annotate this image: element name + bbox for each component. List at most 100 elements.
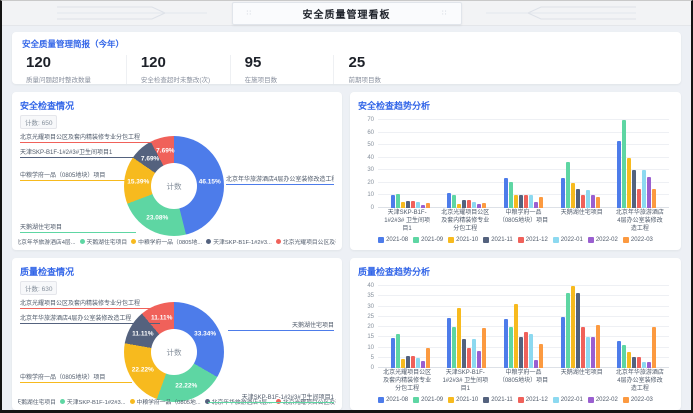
bar[interactable] <box>472 202 476 208</box>
bar[interactable] <box>652 327 656 368</box>
bar[interactable] <box>534 360 538 368</box>
bar[interactable] <box>566 162 570 208</box>
legend-item[interactable]: 2021-08 <box>378 237 408 243</box>
bar[interactable] <box>462 200 466 208</box>
bar[interactable] <box>457 308 461 368</box>
legend-item[interactable]: 北京光耀项目公区及套... <box>276 237 336 246</box>
legend-item[interactable]: 2022-01 <box>553 397 583 403</box>
bar[interactable] <box>596 197 600 208</box>
bar[interactable] <box>421 361 425 368</box>
legend-item[interactable]: 2021-09 <box>413 237 443 243</box>
bar[interactable] <box>426 203 430 208</box>
bar[interactable] <box>447 318 451 368</box>
bar[interactable] <box>472 339 476 368</box>
bar[interactable] <box>401 359 405 368</box>
bar[interactable] <box>652 189 656 208</box>
legend-item[interactable]: 中粮学府一品（0805地... <box>131 237 202 246</box>
bar[interactable] <box>581 195 585 208</box>
legend-item[interactable]: 2022-01 <box>553 237 583 243</box>
legend-item[interactable]: 2021-10 <box>448 237 478 243</box>
legend-item[interactable]: 中粮学府一品（0805地... <box>130 397 201 406</box>
bar[interactable] <box>627 352 631 368</box>
bar[interactable] <box>596 325 600 368</box>
legend-item[interactable]: 天鹅湖住宅项目 <box>80 237 128 246</box>
bar[interactable] <box>447 193 451 208</box>
bar[interactable] <box>504 319 508 368</box>
bar[interactable] <box>632 170 636 208</box>
bar[interactable] <box>529 195 533 208</box>
legend-item[interactable]: 北京年华旅游酒店4层... <box>18 237 76 246</box>
bar[interactable] <box>391 195 395 208</box>
bar[interactable] <box>504 178 508 208</box>
bar[interactable] <box>586 190 590 208</box>
bar[interactable] <box>524 332 528 368</box>
legend-item[interactable]: 2022-03 <box>623 237 653 243</box>
bar[interactable] <box>482 203 486 208</box>
bar[interactable] <box>581 327 585 368</box>
bar[interactable] <box>566 293 570 368</box>
bar[interactable] <box>627 158 631 208</box>
quality-trend-chart[interactable]: 0510152025303540北京光耀项目公区及套内精装修专业分包工程天津SK… <box>358 286 673 393</box>
bar[interactable] <box>534 202 538 208</box>
bar[interactable] <box>452 195 456 208</box>
bar[interactable] <box>401 202 405 208</box>
safety-trend-chart[interactable]: 010203040506070天津SKP-B1F-1#2#3# 卫生间项目1北京… <box>358 120 673 233</box>
bar[interactable] <box>482 328 486 368</box>
bar[interactable] <box>416 358 420 368</box>
bar[interactable] <box>514 195 518 208</box>
bar[interactable] <box>591 337 595 368</box>
bar[interactable] <box>539 344 543 368</box>
bar[interactable] <box>452 327 456 368</box>
bar[interactable] <box>391 338 395 368</box>
legend-item[interactable]: 天鹅湖住宅项目 <box>18 397 56 406</box>
legend-item[interactable]: 2021-09 <box>413 397 443 403</box>
bar[interactable] <box>576 189 580 208</box>
legend-item[interactable]: 2022-02 <box>588 397 618 403</box>
bar[interactable] <box>637 357 641 368</box>
legend-item[interactable]: 天津SKP-B1F-1#2#3... <box>206 237 272 246</box>
bar[interactable] <box>561 178 565 208</box>
bar[interactable] <box>622 345 626 368</box>
bar[interactable] <box>632 357 636 368</box>
bar[interactable] <box>514 304 518 368</box>
legend-item[interactable]: 2022-02 <box>588 237 618 243</box>
bar[interactable] <box>642 362 646 368</box>
bar[interactable] <box>426 348 430 369</box>
bar[interactable] <box>416 202 420 208</box>
bar[interactable] <box>406 356 410 368</box>
bar[interactable] <box>622 120 626 208</box>
bar[interactable] <box>467 348 471 369</box>
bar[interactable] <box>509 327 513 368</box>
legend-item[interactable]: 2022-03 <box>623 397 653 403</box>
bar[interactable] <box>524 195 528 208</box>
legend-item[interactable]: 天津SKP-B1F-1#2#3... <box>60 397 126 406</box>
legend-item[interactable]: 2021-12 <box>518 397 548 403</box>
bar[interactable] <box>519 195 523 208</box>
bar[interactable] <box>396 194 400 208</box>
bar[interactable] <box>571 183 575 208</box>
bar[interactable] <box>467 200 471 208</box>
bar[interactable] <box>477 351 481 368</box>
legend-item[interactable]: 2021-10 <box>448 397 478 403</box>
bar[interactable] <box>586 337 590 368</box>
legend-item[interactable]: 2021-11 <box>483 237 513 243</box>
bar[interactable] <box>411 201 415 208</box>
bar[interactable] <box>576 293 580 368</box>
bar[interactable] <box>571 286 575 368</box>
bar[interactable] <box>421 205 425 208</box>
bar[interactable] <box>617 141 621 208</box>
legend-item[interactable]: 2021-12 <box>518 237 548 243</box>
bar[interactable] <box>617 341 621 368</box>
legend-item[interactable]: 2021-08 <box>378 397 408 403</box>
bar[interactable] <box>561 317 565 368</box>
bar[interactable] <box>457 204 461 208</box>
bar[interactable] <box>396 334 400 368</box>
bar[interactable] <box>642 170 646 208</box>
bar[interactable] <box>477 204 481 208</box>
bar[interactable] <box>591 195 595 208</box>
bar[interactable] <box>462 339 466 368</box>
bar[interactable] <box>529 334 533 368</box>
bar[interactable] <box>519 337 523 368</box>
bar[interactable] <box>411 356 415 368</box>
bar[interactable] <box>637 189 641 208</box>
